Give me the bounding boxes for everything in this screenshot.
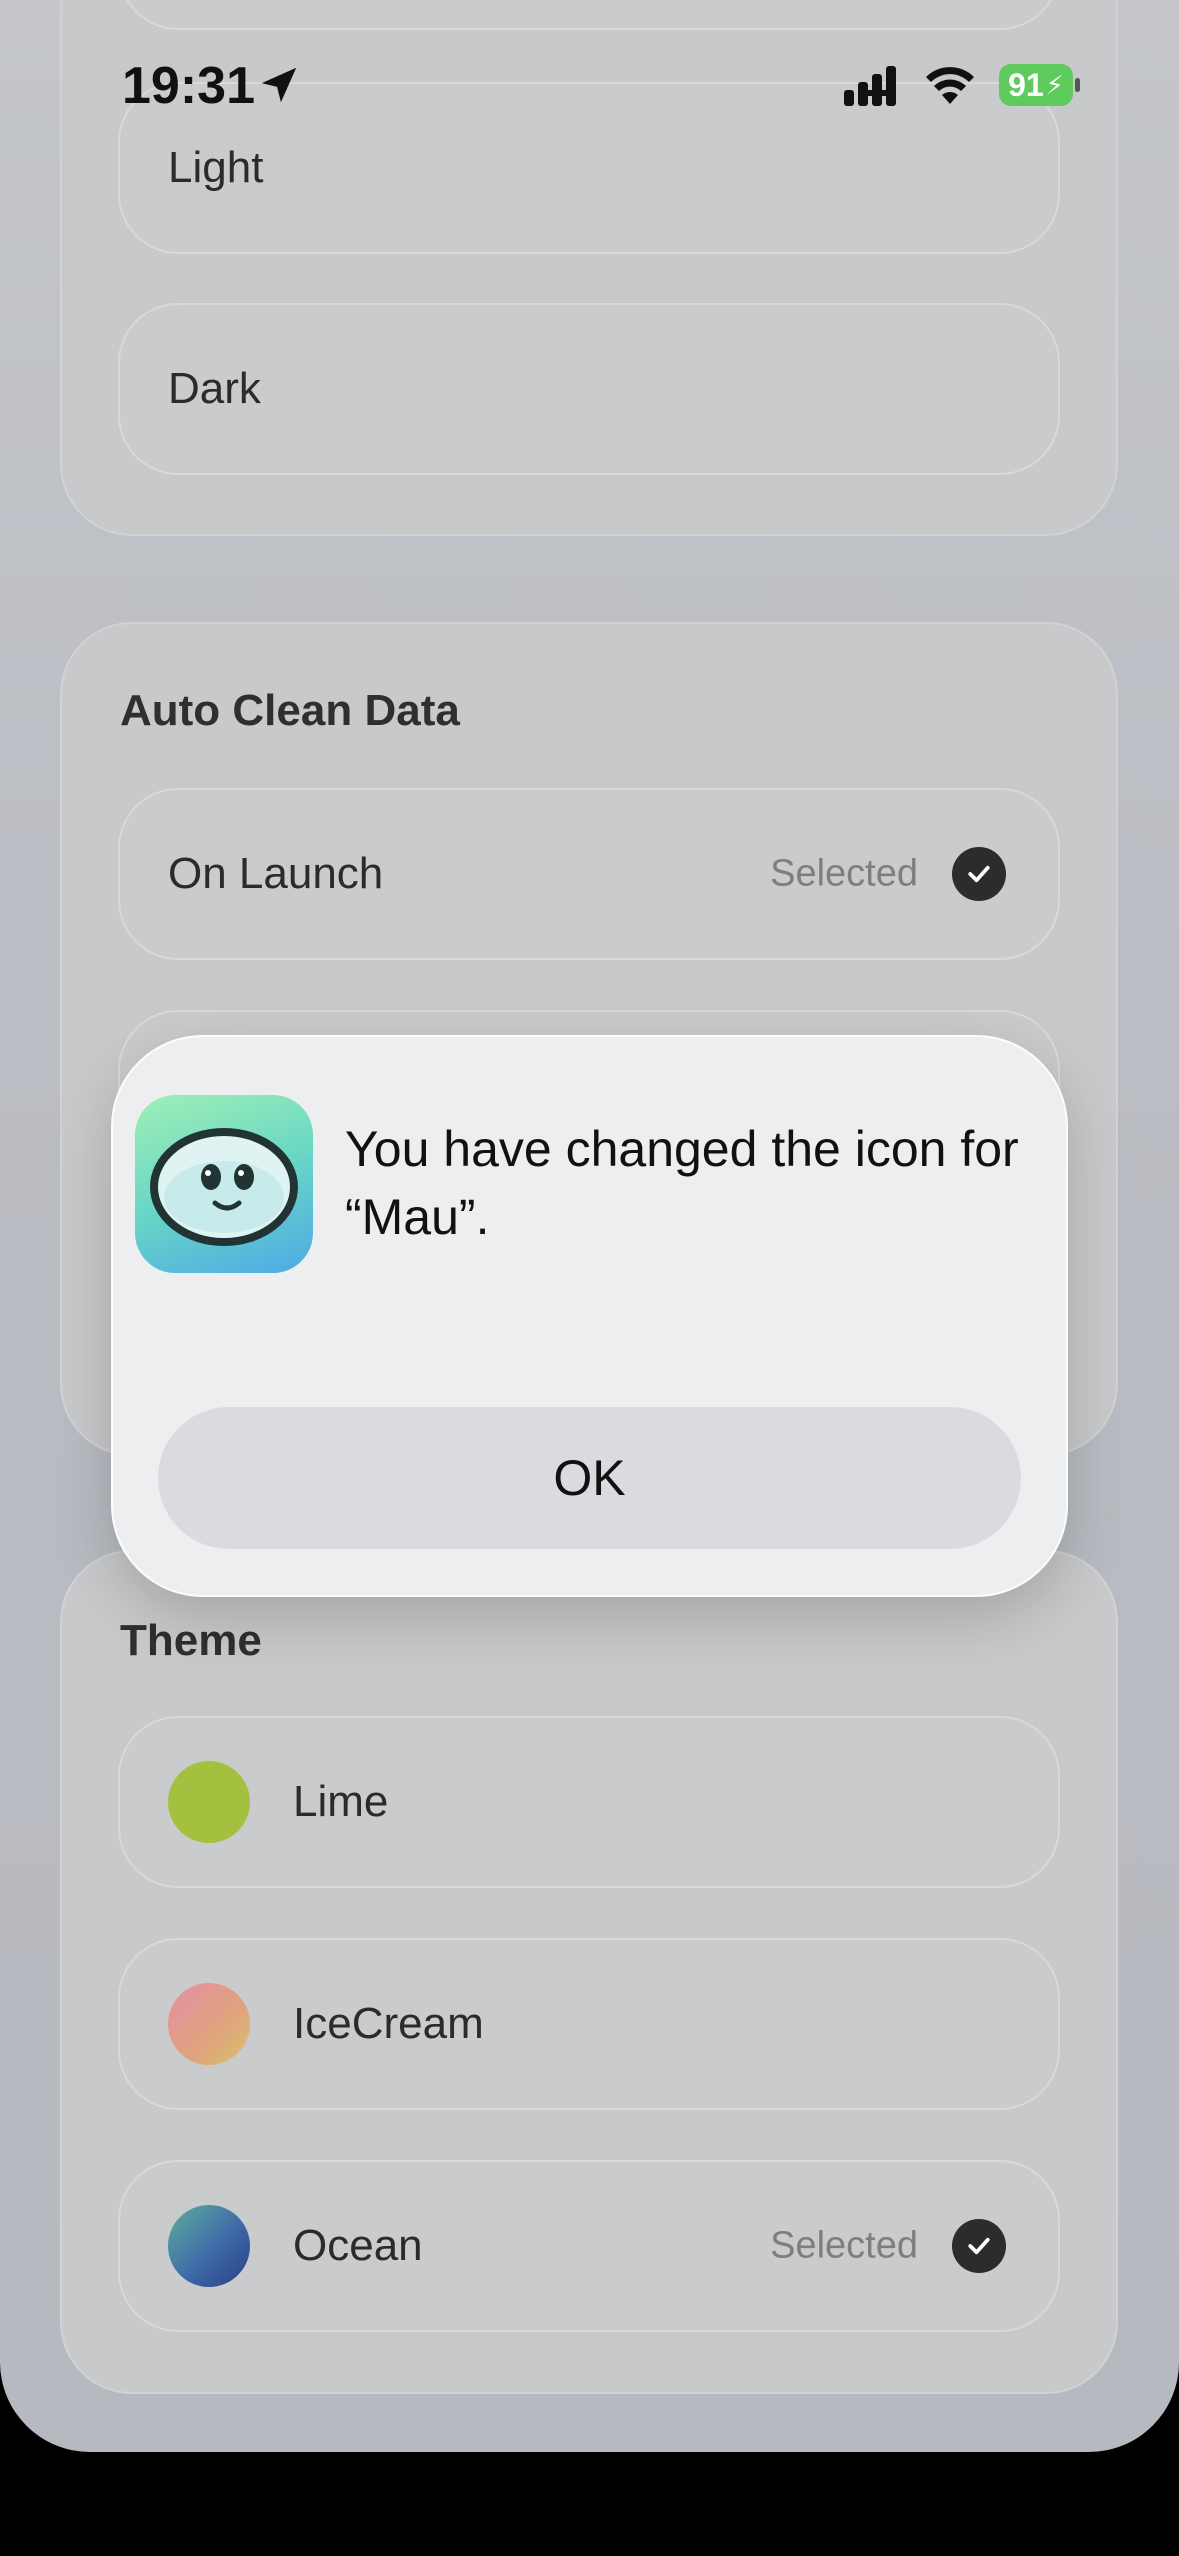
settings-screen: Light Dark 19:31 91 ⚡ Auto Clean Data On… [0,0,1179,2452]
app-icon [135,1095,313,1273]
ok-button[interactable]: OK [158,1407,1021,1549]
mau-face-icon [150,1128,298,1246]
alert-message: You have changed the icon for “Mau”. [345,1121,1019,1245]
icon-changed-alert: You have changed the icon for “Mau”. OK [111,1035,1068,1597]
